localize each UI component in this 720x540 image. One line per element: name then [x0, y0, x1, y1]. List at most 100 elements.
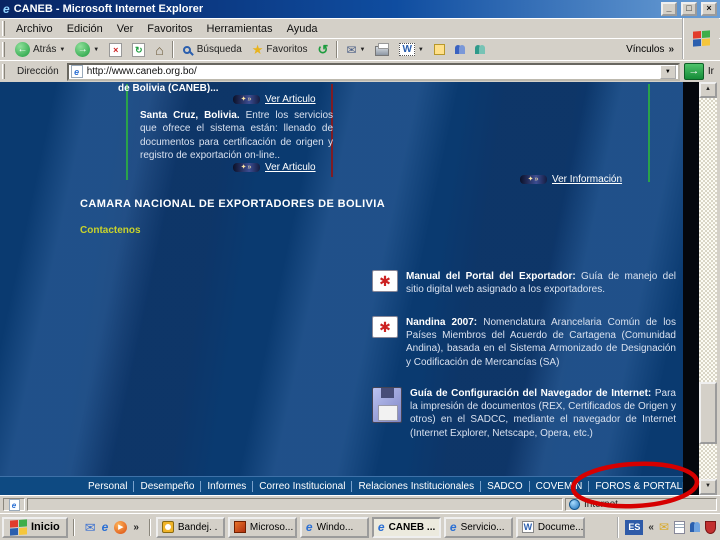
nav-personal[interactable]: Personal	[82, 480, 135, 492]
research-people-icon	[474, 45, 485, 54]
scroll-up-button[interactable]: ▲	[699, 82, 717, 98]
news-lead: Santa Cruz, Bolivia.	[140, 110, 240, 121]
standard-toolbar: ← Atrás ▼ → ▼ × ↻ ⌂ Búsqueda ★ Favoritos…	[0, 38, 720, 60]
forward-icon: →	[75, 42, 91, 57]
edit-dropdown-icon[interactable]: ▼	[418, 47, 424, 53]
tray-mail-icon[interactable]: ✉	[659, 521, 669, 533]
toolbar-grip[interactable]	[2, 41, 5, 58]
internet-explorer-icon: e	[377, 520, 385, 534]
quick-launch-chevron-icon[interactable]: »	[133, 522, 139, 533]
task-button-servicio[interactable]: e Servicio...	[443, 516, 513, 538]
security-zone-panel: Internet	[565, 498, 717, 511]
task-button-documento[interactable]: W Docume...	[515, 516, 585, 538]
ver-informacion-link[interactable]: ✦» Ver Información	[520, 174, 622, 185]
search-button[interactable]: Búsqueda	[178, 43, 246, 56]
go-button[interactable]: →	[683, 63, 704, 80]
outlook-express-icon[interactable]: ✉	[85, 521, 96, 534]
menu-edicion[interactable]: Edición	[60, 21, 110, 37]
task-label: Servicio...	[460, 521, 505, 533]
menu-bar: Archivo Edición Ver Favoritos Herramient…	[0, 18, 720, 38]
zone-label: Internet	[584, 499, 618, 510]
edit-button[interactable]: W ▼	[395, 42, 427, 57]
inbox-icon	[161, 521, 174, 533]
nav-foros-portales[interactable]: FOROS & PORTALES	[589, 481, 683, 492]
menu-favoritos[interactable]: Favoritos	[140, 21, 199, 37]
scroll-down-button[interactable]: ▼	[699, 479, 717, 495]
minimize-button[interactable]: _	[661, 2, 677, 16]
menu-ayuda[interactable]: Ayuda	[280, 21, 325, 37]
research-button[interactable]	[471, 44, 489, 55]
green-accent-line	[126, 84, 128, 180]
back-dropdown-icon[interactable]: ▼	[59, 47, 65, 53]
task-button-microsoft[interactable]: Microso...	[227, 516, 297, 538]
toolbar-grip[interactable]	[2, 63, 5, 80]
nav-covemin[interactable]: COVEMIN	[530, 480, 590, 492]
messenger-button[interactable]	[451, 44, 469, 55]
floppy-disk-icon[interactable]	[372, 387, 402, 423]
media-player-icon[interactable]: ▶	[114, 520, 128, 534]
refresh-button[interactable]: ↻	[128, 42, 149, 58]
mail-dropdown-icon[interactable]: ▼	[360, 47, 366, 53]
ver-articulo-link-2[interactable]: ✦» Ver Articulo	[233, 162, 316, 173]
pdf-icon[interactable]: ✱	[372, 270, 398, 292]
restore-button[interactable]: □	[681, 2, 697, 16]
menu-archivo[interactable]: Archivo	[9, 21, 60, 37]
nav-sadco[interactable]: SADCO	[481, 480, 530, 492]
go-label: Ir	[707, 66, 714, 77]
favorites-button[interactable]: ★ Favoritos	[248, 42, 312, 57]
discuss-button[interactable]	[430, 43, 449, 56]
toolbar-grip[interactable]	[2, 21, 5, 36]
address-dropdown-icon[interactable]: ▼	[659, 64, 676, 79]
menu-herramientas[interactable]: Herramientas	[200, 21, 280, 37]
mail-button[interactable]: ✉ ▼	[342, 43, 369, 57]
nav-informes[interactable]: Informes	[201, 480, 254, 492]
sparkle-arrow-icon: ✦»	[520, 175, 547, 184]
ver-articulo-label[interactable]: Ver Articulo	[265, 94, 316, 105]
green-accent-line	[648, 84, 650, 182]
back-button[interactable]: ← Atrás ▼	[11, 41, 69, 58]
download-item-manual[interactable]: ✱ Manual del Portal del Exportador: Guía…	[372, 270, 676, 296]
language-indicator[interactable]: ES	[625, 519, 644, 535]
tray-messenger-icon[interactable]	[690, 522, 700, 532]
task-button-bandeja[interactable]: Bandej. .	[155, 516, 225, 538]
address-input[interactable]: e http://www.caneb.org.bo/ ▼	[66, 62, 680, 81]
sparkle-arrow-icon: ✦»	[233, 163, 260, 172]
pdf-icon[interactable]: ✱	[372, 316, 398, 338]
internet-explorer-icon[interactable]: e	[102, 521, 109, 533]
forward-dropdown-icon[interactable]: ▼	[93, 47, 99, 53]
download-item-nandina[interactable]: ✱ Nandina 2007: Nomenclatura Arancelaria…	[372, 316, 676, 369]
print-button[interactable]	[371, 42, 393, 57]
tray-chevron-icon[interactable]: «	[648, 522, 654, 533]
menu-ver[interactable]: Ver	[110, 21, 141, 37]
history-button[interactable]: ↺	[314, 42, 333, 57]
ver-articulo-label[interactable]: Ver Articulo	[265, 162, 316, 173]
home-button[interactable]: ⌂	[151, 42, 167, 58]
download-lead: Nandina 2007:	[406, 317, 478, 328]
ver-articulo-link-1[interactable]: ✦» Ver Articulo	[233, 94, 316, 105]
nav-correo-institucional[interactable]: Correo Institucional	[253, 480, 353, 492]
links-bar[interactable]: Vínculos »	[622, 43, 678, 56]
task-label: Microso...	[249, 521, 294, 533]
windows-flag-icon	[693, 30, 710, 47]
close-button[interactable]: ×	[701, 2, 717, 16]
vertical-scrollbar[interactable]: ▲ ▼	[699, 82, 717, 495]
stop-button[interactable]: ×	[105, 42, 126, 58]
search-label: Búsqueda	[196, 44, 242, 55]
task-button-caneb-active[interactable]: e CANEB ...	[371, 516, 441, 538]
messenger-people-icon	[454, 45, 465, 54]
nav-relaciones-institucionales[interactable]: Relaciones Institucionales	[352, 480, 482, 492]
scrollbar-thumb[interactable]	[699, 382, 717, 444]
contactenos-link[interactable]: Contactenos	[80, 225, 141, 236]
tray-document-icon[interactable]	[674, 520, 685, 534]
forward-button[interactable]: → ▼	[71, 41, 103, 58]
task-button-windows[interactable]: e Windo...	[299, 516, 369, 538]
download-item-guia-navegador[interactable]: Guía de Configuración del Navegador de I…	[372, 387, 676, 440]
nav-desempeno[interactable]: Desempeño	[134, 480, 202, 492]
ver-informacion-label[interactable]: Ver Información	[552, 174, 622, 185]
download-text: Guía de Configuración del Navegador de I…	[410, 387, 676, 440]
tray-antivirus-shield-icon[interactable]	[705, 520, 716, 534]
links-chevron-icon[interactable]: »	[668, 44, 674, 55]
address-url[interactable]: http://www.caneb.org.bo/	[87, 66, 656, 77]
back-label: Atrás	[33, 44, 57, 55]
start-button[interactable]: Inicio	[2, 516, 68, 538]
